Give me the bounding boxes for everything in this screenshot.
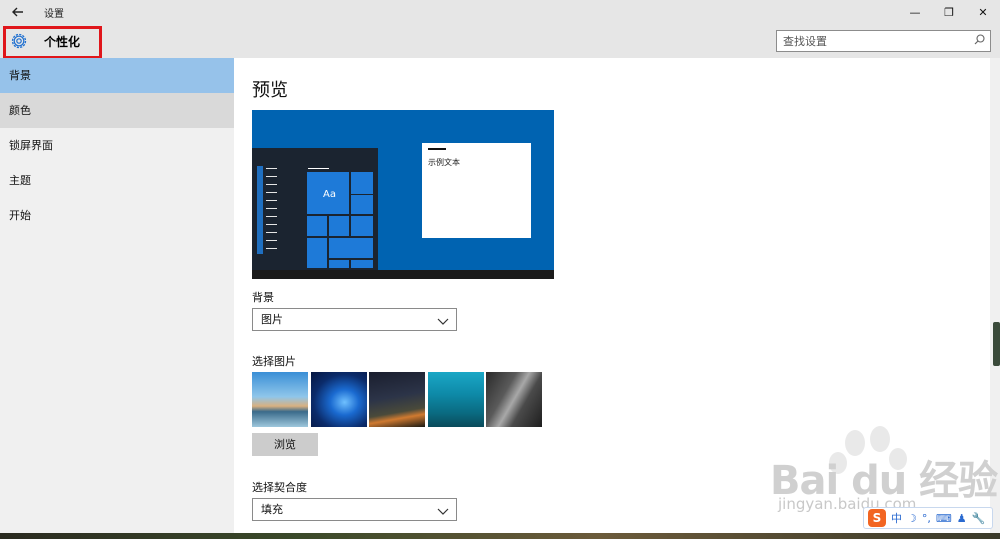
scrollbar-thumb[interactable]: [993, 322, 1000, 366]
minimize-button[interactable]: —: [898, 0, 932, 24]
sidebar-item-lock-screen[interactable]: 锁屏界面: [0, 128, 234, 163]
sidebar-item-colors[interactable]: 颜色: [0, 93, 234, 128]
preview-heading: 预览: [252, 80, 288, 101]
sidebar-item-start[interactable]: 开始: [0, 198, 234, 233]
title-bar: 设置 — ❐ ✕: [0, 0, 1000, 24]
sidebar-item-themes[interactable]: 主题: [0, 163, 234, 198]
fit-dropdown[interactable]: 填充: [252, 498, 457, 521]
restore-button[interactable]: ❐: [932, 0, 966, 24]
picture-thumbnail-2[interactable]: [311, 372, 367, 427]
fit-label: 选择契合度: [252, 481, 307, 494]
search-box[interactable]: [776, 30, 991, 52]
user-icon[interactable]: ♟: [957, 512, 967, 525]
preview-taskbar: [252, 270, 554, 279]
sidebar: 背景 颜色 锁屏界面 主题 开始: [0, 58, 234, 539]
desktop-background-strip: [0, 533, 1000, 539]
sogou-logo-icon[interactable]: S: [868, 509, 886, 527]
picture-thumbnail-5[interactable]: [486, 372, 542, 427]
desktop-preview: Aa 示例文本: [252, 110, 554, 279]
preview-sample-text: 示例文本: [428, 158, 460, 167]
search-input[interactable]: [777, 31, 967, 51]
preview-app-list: [257, 166, 263, 254]
background-dropdown[interactable]: 图片: [252, 308, 457, 331]
ime-mode-indicator[interactable]: 中: [891, 510, 902, 526]
close-button[interactable]: ✕: [966, 0, 1000, 24]
ime-toolbar[interactable]: S 中 ☽ °, ⌨ ♟ 🔧: [863, 507, 993, 529]
fit-dropdown-value: 填充: [261, 503, 283, 516]
picture-thumbnail-4[interactable]: [428, 372, 484, 427]
punctuation-icon[interactable]: °,: [922, 512, 931, 525]
annotation-highlight-box: [3, 26, 102, 59]
wrench-icon[interactable]: 🔧: [972, 512, 986, 525]
sidebar-item-background[interactable]: 背景: [0, 58, 234, 93]
browse-button[interactable]: 浏览: [252, 433, 318, 456]
picture-thumbnail-3[interactable]: [369, 372, 425, 427]
keyboard-icon[interactable]: ⌨: [936, 512, 952, 525]
preview-tile-label: Aa: [323, 189, 336, 200]
picture-thumbnail-1[interactable]: [252, 372, 308, 427]
choose-picture-label: 选择图片: [252, 355, 296, 368]
moon-icon[interactable]: ☽: [907, 512, 917, 525]
preview-sample-window: 示例文本: [422, 143, 531, 238]
preview-start-menu: [252, 148, 378, 270]
back-arrow-icon[interactable]: [8, 2, 28, 22]
background-label: 背景: [252, 291, 274, 304]
chevron-down-icon: [436, 313, 450, 325]
background-dropdown-value: 图片: [261, 313, 283, 326]
window-title: 设置: [44, 9, 64, 20]
chevron-down-icon: [436, 503, 450, 515]
search-icon[interactable]: [974, 34, 985, 48]
